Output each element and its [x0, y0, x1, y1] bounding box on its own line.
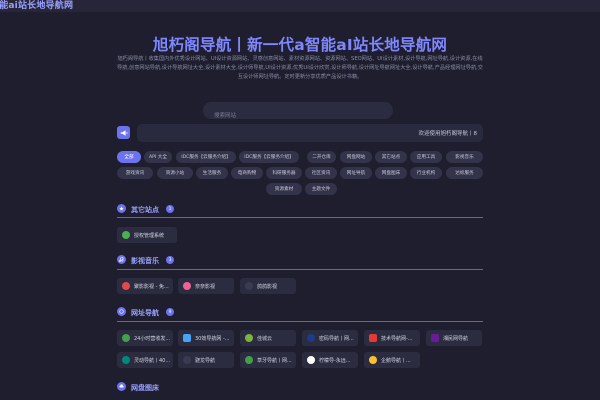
site-card-label: 柠檬导-永远...	[319, 357, 351, 364]
site-description: 旭朽阁导航丨收集国内外优秀设计网站、UI设计资源网站、灵感创意网站、素材资源网站…	[117, 56, 483, 80]
section-title-other-sites: 其它站点	[131, 206, 159, 214]
site-card-label: 佳城云	[257, 335, 273, 342]
site-card[interactable]: 奈奈影视	[178, 278, 234, 294]
link-icon	[117, 307, 126, 316]
search-box	[203, 102, 393, 125]
site-card-label: 骁龙导航	[195, 357, 216, 364]
site-card[interactable]: 密码导航丨网...	[302, 330, 358, 346]
section-divider	[117, 217, 483, 218]
tag-tools[interactable]: 应用工具	[410, 151, 442, 163]
notice-text: 欢迎使用旭朽阁导航丨8	[418, 131, 477, 137]
code-icon	[369, 334, 377, 342]
tag-repo[interactable]: 二开仓库	[307, 151, 336, 163]
section-count: 3	[166, 256, 174, 264]
tag-materials[interactable]: 资源素材	[266, 183, 302, 195]
site-card[interactable]: 草牙导航丨网...	[240, 352, 296, 368]
penguin-icon	[369, 356, 377, 364]
tag-idc-1[interactable]: IDC服务【云服务介绍】	[176, 151, 236, 163]
tag-shopping[interactable]: 电商购物	[231, 167, 263, 179]
globe-icon	[122, 356, 130, 364]
film-icon	[122, 282, 130, 290]
site-card[interactable]: 湘民网导航	[426, 330, 482, 346]
site-card-label: 聚影影视 - 免...	[134, 283, 169, 290]
chart-icon	[122, 334, 130, 342]
search-input[interactable]	[203, 107, 393, 125]
section-title-music: 影视音乐	[131, 257, 159, 265]
leaf-icon	[122, 231, 130, 239]
tag-research[interactable]: 科研服务器	[266, 167, 302, 179]
site-card-label: 草牙导航丨网...	[257, 357, 292, 364]
circle-icon	[245, 282, 253, 290]
site-card-label: 授权管理系统	[134, 232, 165, 239]
tag-other[interactable]: 其它站点	[375, 151, 407, 163]
grid-icon	[183, 334, 191, 342]
site-card[interactable]: 柠檬导-永远...	[302, 352, 358, 368]
tag-api[interactable]: API 大全	[144, 151, 172, 163]
book-icon	[431, 334, 439, 342]
page-title: 旭朽阁导航丨新一代a智能aI站长地导航网	[152, 36, 448, 54]
site-card[interactable]: 鸽鸽影视	[240, 278, 296, 294]
tag-idc-2[interactable]: IDC服务【云服务介绍】	[239, 151, 299, 163]
search-icon	[307, 356, 315, 364]
site-card[interactable]: 佳城云	[240, 330, 296, 346]
site-card[interactable]: 骁龙导航	[178, 352, 234, 368]
circle-icon	[183, 356, 191, 364]
tag-music[interactable]: 影视音乐	[446, 151, 483, 163]
site-card-label: 鸽鸽影视	[257, 283, 278, 290]
tag-resources[interactable]: 资源小站	[157, 167, 193, 179]
site-card-label: 灵动导航丨40...	[134, 357, 171, 364]
music-icon	[117, 255, 126, 264]
site-card[interactable]: 企鹅导航丨...	[364, 352, 420, 368]
section-title-nav: 网址导航	[131, 309, 159, 317]
play-icon	[183, 282, 191, 290]
tag-themes[interactable]: 主题文件	[305, 183, 337, 195]
site-card[interactable]: 技术导航网-...	[364, 330, 420, 346]
notice-bar: 欢迎使用旭朽阁导航丨8	[137, 124, 483, 142]
cloud-icon	[117, 382, 126, 391]
section-divider	[117, 269, 483, 270]
tag-nav[interactable]: 网址导航	[340, 167, 372, 179]
tag-community[interactable]: 社区资讯	[305, 167, 337, 179]
lock-icon	[307, 334, 315, 342]
tag-games[interactable]: 游戏资讯	[117, 167, 153, 179]
tag-netdisk[interactable]: 网盘网站	[340, 151, 372, 163]
site-card-label: 技术导航网-...	[381, 335, 413, 342]
leaf-icon	[245, 356, 253, 364]
section-count: 9	[166, 308, 174, 316]
site-card[interactable]: 24小时营收发...	[117, 330, 173, 346]
tag-industry[interactable]: 行业机构	[410, 167, 442, 179]
site-card-label: 企鹅导航丨...	[381, 357, 411, 364]
tag-life[interactable]: 生活服务	[196, 167, 228, 179]
site-card[interactable]: 灵动导航丨40...	[117, 352, 173, 368]
site-card-label: 密码导航丨网...	[319, 335, 354, 342]
tag-cloud[interactable]: 网盘图床	[375, 167, 407, 179]
leaf-icon	[245, 334, 253, 342]
section-title-cloud: 网盘图床	[131, 384, 159, 392]
site-card-label: 奈奈影视	[195, 283, 216, 290]
site-card[interactable]: 授权管理系统	[117, 227, 177, 243]
site-card-label: 24小时营收发...	[134, 335, 171, 342]
site-card[interactable]: 聚影影视 - 免...	[117, 278, 173, 294]
top-bar: 智能ai站长地导航网	[0, 0, 600, 12]
section-count: 1	[166, 205, 174, 213]
tag-service[interactable]: 达标服务	[446, 167, 483, 179]
section-divider	[117, 321, 483, 322]
section-icon	[117, 204, 126, 213]
site-card[interactable]: 30效导航网 -...	[178, 330, 234, 346]
site-card-label: 湘民网导航	[443, 335, 469, 342]
site-name[interactable]: 智能ai站长地导航网	[0, 0, 73, 11]
site-card-label: 30效导航网 -...	[195, 335, 230, 342]
megaphone-icon	[117, 126, 130, 139]
tag-all[interactable]: 全部	[117, 151, 141, 163]
